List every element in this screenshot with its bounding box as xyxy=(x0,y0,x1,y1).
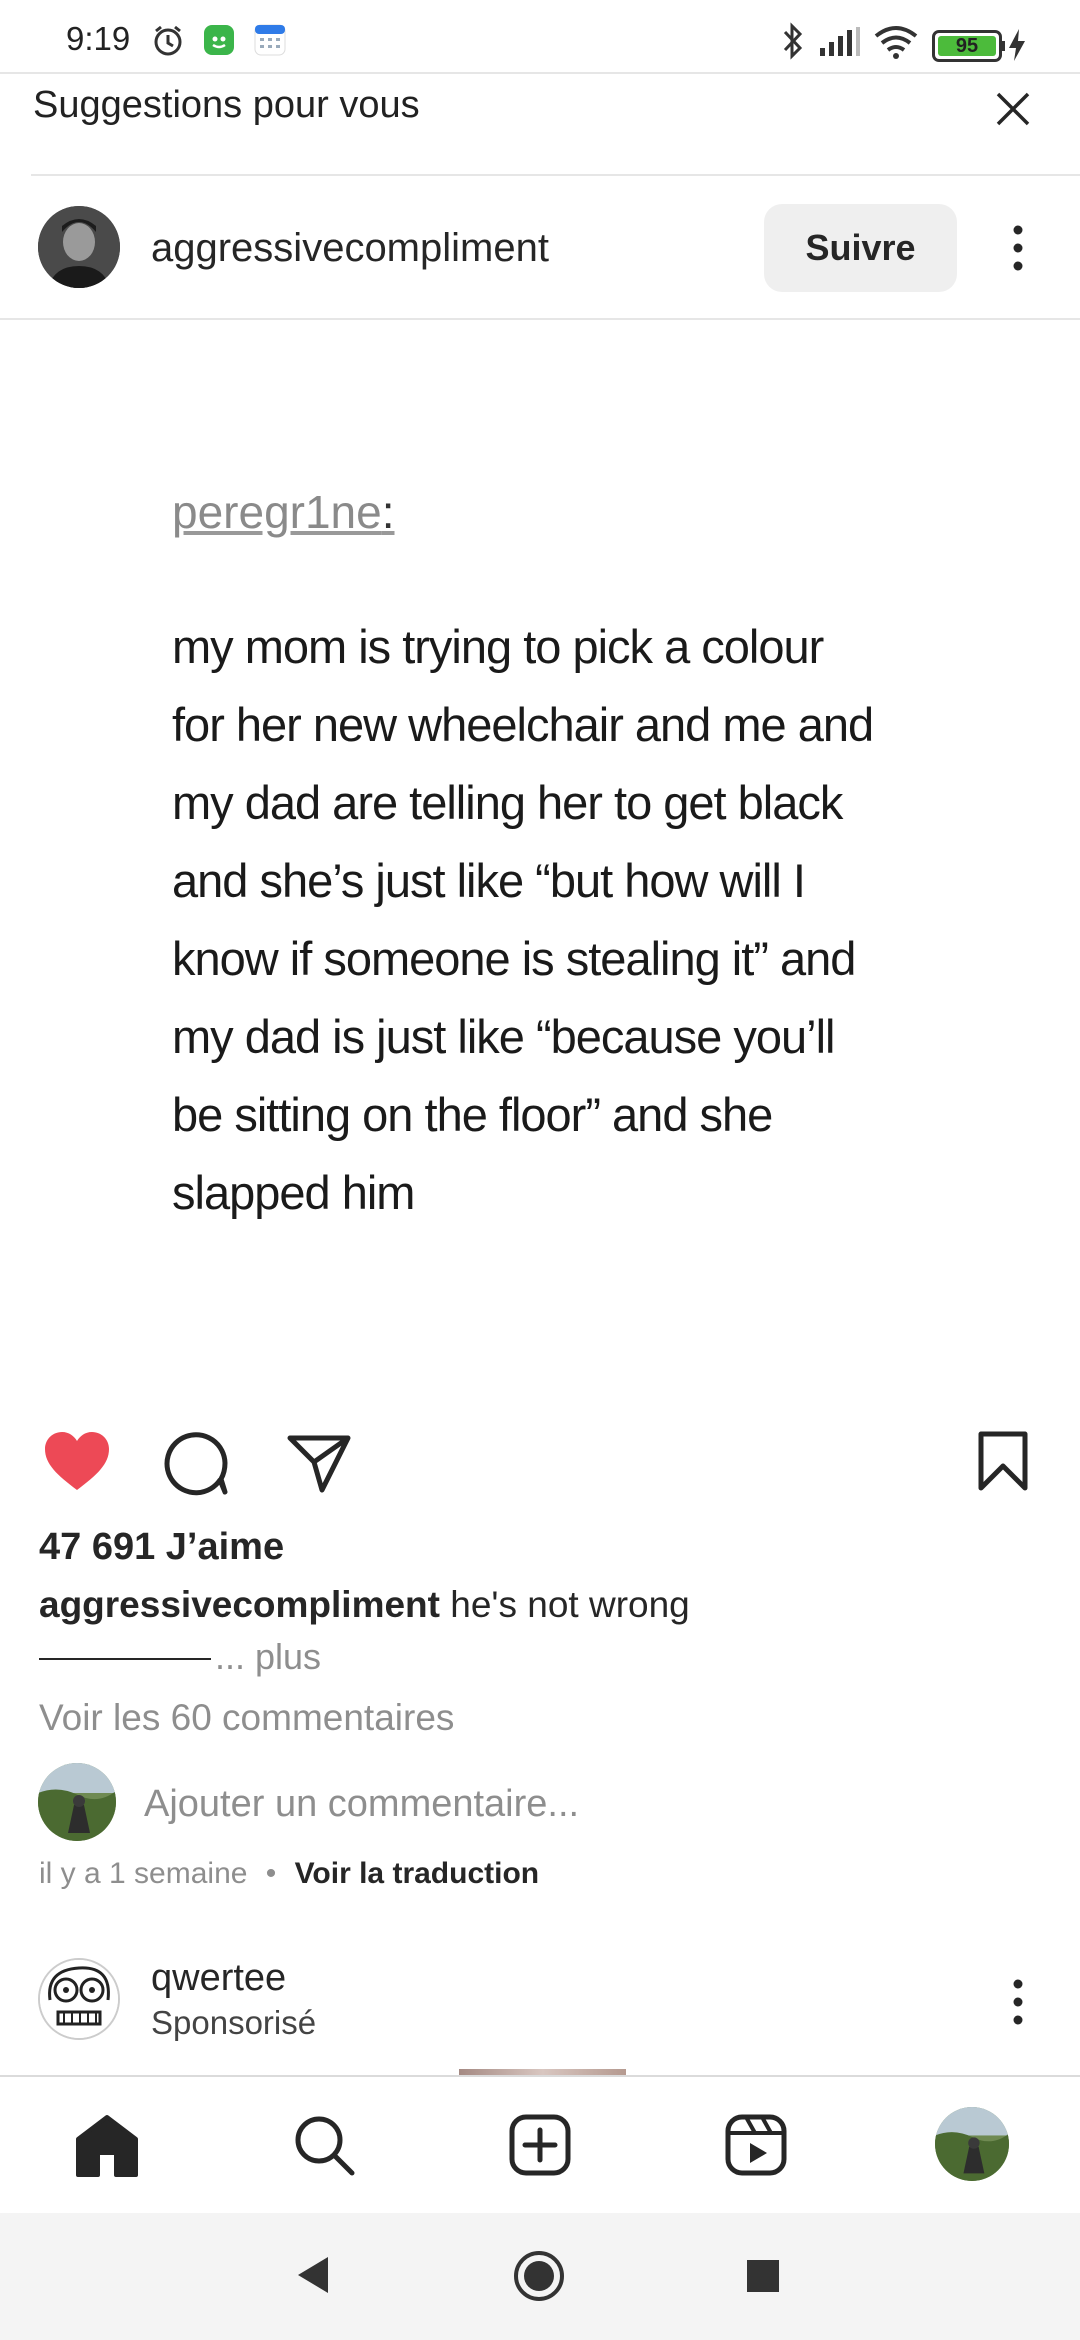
likes-count[interactable]: 47 691 J’aime xyxy=(39,1526,284,1569)
caption-text: he's not wrong xyxy=(439,1584,690,1625)
post-image-text: my mom is trying to pick a colour for he… xyxy=(172,608,932,1232)
post-text-line: my dad is just like “because you’ll xyxy=(172,1010,835,1063)
bookmark-icon[interactable] xyxy=(976,1430,1030,1492)
heart-icon[interactable] xyxy=(42,1430,112,1492)
home-icon[interactable] xyxy=(74,2113,140,2177)
avatar[interactable] xyxy=(38,206,120,288)
clock-time: 9:19 xyxy=(66,20,131,57)
my-avatar xyxy=(38,1763,116,1841)
bluetooth-icon xyxy=(783,22,803,60)
my-avatar-image xyxy=(38,1763,116,1841)
post-text-line: be sitting on the floor” and she xyxy=(172,1088,773,1141)
post-text-line: my dad are telling her to get black xyxy=(172,776,843,829)
post-time: il y a 1 semaine xyxy=(39,1857,248,1890)
recents-icon[interactable] xyxy=(746,2259,780,2293)
post-text-line: for her new wheelchair and me and xyxy=(172,698,874,751)
status-bar: 9:19 95 xyxy=(0,0,1080,72)
battery-level: 95 xyxy=(955,35,979,57)
bottom-nav xyxy=(0,2075,1080,2213)
post-text-line: my mom is trying to pick a colour xyxy=(172,620,824,673)
post-text-line: know if someone is stealing it” and xyxy=(172,932,856,985)
battery-indicator: 95 xyxy=(932,30,1005,62)
post-username[interactable]: aggressivecompliment xyxy=(151,226,549,271)
post-image-handle: peregr1ne: xyxy=(172,486,395,538)
next-post-avatar[interactable] xyxy=(38,1958,120,2040)
profile-avatar-image xyxy=(935,2107,1009,2181)
next-post-avatar-image xyxy=(40,1960,118,2038)
paper-plane-icon[interactable] xyxy=(286,1432,352,1494)
post-meta: il y a 1 semaine • Voir la traduction xyxy=(39,1857,539,1891)
suggestions-title: Suggestions pour vous xyxy=(33,84,420,126)
close-icon[interactable] xyxy=(990,86,1036,132)
back-icon[interactable] xyxy=(296,2255,330,2295)
caption-more[interactable]: ... plus xyxy=(39,1636,321,1678)
search-icon[interactable] xyxy=(292,2113,356,2177)
more-options-icon[interactable] xyxy=(1008,224,1028,272)
suggestions-divider xyxy=(31,174,1080,176)
plus-square-icon[interactable] xyxy=(508,2113,572,2177)
more-label[interactable]: ... plus xyxy=(215,1636,321,1677)
caption-underline xyxy=(39,1658,211,1661)
next-post-more-icon[interactable] xyxy=(1008,1978,1028,2026)
follow-button[interactable]: Suivre xyxy=(764,204,957,292)
caption: aggressivecompliment he's not wrong xyxy=(39,1584,690,1626)
comment-icon[interactable] xyxy=(164,1430,230,1496)
next-post-username[interactable]: qwertee xyxy=(151,1957,286,2000)
meta-separator: • xyxy=(265,1857,277,1890)
status-divider xyxy=(0,72,1080,74)
system-nav-bar xyxy=(0,2213,1080,2340)
post-image[interactable]: peregr1ne: my mom is trying to pick a co… xyxy=(0,320,1080,1400)
reels-icon[interactable] xyxy=(724,2113,788,2177)
post-text-line: and she’s just like “but how will I xyxy=(172,854,806,907)
add-comment-input[interactable]: Ajouter un commentaire... xyxy=(144,1783,579,1826)
home-button-icon[interactable] xyxy=(513,2250,565,2302)
calendar-icon xyxy=(254,24,286,56)
sponsored-label: Sponsorisé xyxy=(151,2004,317,2041)
app-notification-icon xyxy=(204,25,234,55)
view-comments-link[interactable]: Voir les 60 commentaires xyxy=(39,1697,454,1739)
alarm-icon xyxy=(154,25,182,56)
see-translation-link[interactable]: Voir la traduction xyxy=(295,1857,539,1890)
post-text-line: slapped him xyxy=(172,1166,415,1219)
charging-icon xyxy=(1009,29,1025,61)
signal-icon xyxy=(820,27,860,56)
avatar-image xyxy=(38,206,120,288)
caption-username[interactable]: aggressivecompliment xyxy=(39,1584,440,1625)
profile-tab-avatar[interactable] xyxy=(935,2107,1009,2181)
wifi-icon xyxy=(874,26,918,59)
